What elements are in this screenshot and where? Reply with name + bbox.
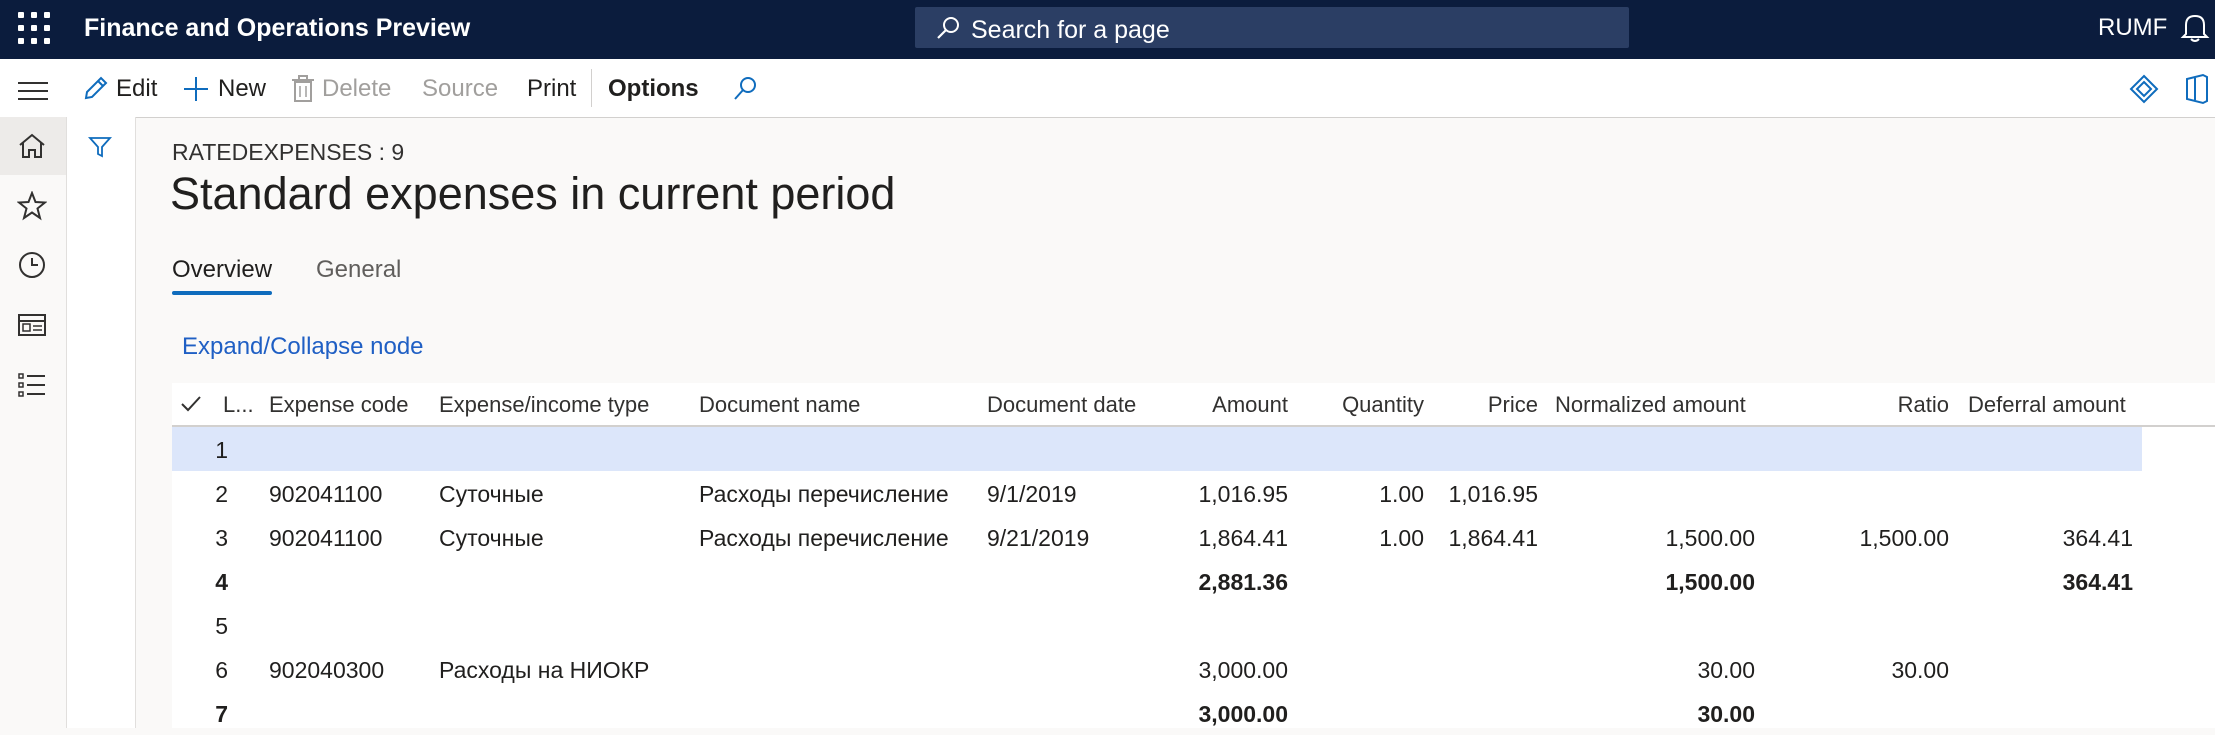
options-tab[interactable]: Options bbox=[608, 75, 699, 103]
cell-line: 7 bbox=[215, 701, 228, 727]
trash-icon bbox=[292, 75, 314, 102]
action-pane: Edit New Delete Source Print Options bbox=[0, 59, 2215, 118]
search-actions-icon[interactable] bbox=[731, 75, 759, 103]
col-header-amount[interactable]: Amount bbox=[1172, 392, 1288, 418]
search-placeholder: Search for a page bbox=[971, 16, 1170, 44]
new-label: New bbox=[218, 75, 267, 102]
cell-ratio: 1,500.00 bbox=[1859, 525, 1949, 551]
cell-ratio: 30.00 bbox=[1891, 657, 1949, 683]
cell-amount: 1,864.41 bbox=[1198, 525, 1288, 551]
cell-expense-code: 902040300 bbox=[269, 657, 385, 683]
cell-document-date: 9/1/2019 bbox=[987, 481, 1077, 507]
cell-line: 4 bbox=[215, 569, 228, 595]
col-header-quantity[interactable]: Quantity bbox=[1312, 392, 1424, 418]
left-navigation bbox=[0, 117, 67, 728]
pencil-icon bbox=[84, 76, 108, 100]
search-icon bbox=[937, 17, 959, 39]
col-header-price[interactable]: Price bbox=[1442, 392, 1538, 418]
cell-document-name: Расходы перечисление bbox=[699, 525, 949, 551]
table-row[interactable]: 4 2,881.36 1,500.00 364.41 bbox=[172, 559, 2215, 603]
col-header-document-name[interactable]: Document name bbox=[699, 392, 860, 418]
cell-amount: 3,000.00 bbox=[1198, 701, 1288, 727]
workspaces-icon[interactable] bbox=[17, 312, 47, 338]
plus-icon bbox=[184, 77, 208, 101]
cell-normalized-amount: 30.00 bbox=[1697, 701, 1755, 727]
app-title: Finance and Operations Preview bbox=[84, 14, 471, 42]
cell-normalized-amount: 1,500.00 bbox=[1665, 569, 1755, 595]
page-title: Standard expenses in current period bbox=[170, 168, 896, 219]
modules-list-icon[interactable] bbox=[17, 371, 47, 399]
col-header-line[interactable]: L... bbox=[223, 392, 254, 418]
action-separator bbox=[591, 69, 592, 107]
record-caption: RATEDEXPENSES : 9 bbox=[172, 139, 405, 165]
tab-general[interactable]: General bbox=[316, 256, 401, 284]
cell-quantity: 1.00 bbox=[1379, 481, 1424, 507]
print-label: Print bbox=[527, 75, 577, 102]
cell-amount: 3,000.00 bbox=[1198, 657, 1288, 683]
col-header-document-date[interactable]: Document date bbox=[987, 392, 1136, 418]
cell-line: 2 bbox=[215, 481, 228, 507]
cell-normalized-amount: 1,500.00 bbox=[1665, 525, 1755, 551]
table-row[interactable]: 5 bbox=[172, 603, 2215, 647]
select-all-check-icon[interactable] bbox=[180, 395, 202, 413]
col-header-deferral-amount[interactable]: Deferral amount bbox=[1968, 392, 2126, 418]
options-label: Options bbox=[608, 75, 699, 102]
cell-price: 1,016.95 bbox=[1448, 481, 1538, 507]
tab-overview[interactable]: Overview bbox=[172, 256, 272, 284]
power-apps-icon[interactable] bbox=[2129, 74, 2159, 104]
notification-bell-icon[interactable] bbox=[2180, 12, 2210, 44]
cell-line: 1 bbox=[215, 437, 228, 463]
active-tab-indicator bbox=[172, 291, 272, 295]
cell-deferral-amount: 364.41 bbox=[2062, 569, 2133, 595]
table-row[interactable]: 6 902040300 Расходы на НИОКР 3,000.00 30.00 3… bbox=[172, 647, 2215, 691]
top-bar: Finance and Operations Preview Search fo… bbox=[0, 0, 2215, 59]
cell-quantity: 1.00 bbox=[1379, 525, 1424, 551]
search-box[interactable]: Search for a page bbox=[915, 7, 1629, 48]
grid-header: L... Expense code Expense/income type Do… bbox=[172, 383, 2215, 427]
edit-label: Edit bbox=[116, 75, 158, 102]
cell-amount: 1,016.95 bbox=[1198, 481, 1288, 507]
hamburger-menu-icon[interactable] bbox=[18, 81, 48, 101]
company-picker[interactable]: RUMF bbox=[2098, 14, 2167, 42]
cell-deferral-amount: 364.41 bbox=[2062, 525, 2133, 551]
cell-line: 3 bbox=[215, 525, 228, 551]
delete-label: Delete bbox=[322, 75, 392, 102]
cell-price: 1,864.41 bbox=[1448, 525, 1538, 551]
table-row[interactable]: 7 3,000.00 30.00 bbox=[172, 691, 2215, 735]
app-launcher-icon[interactable] bbox=[18, 12, 50, 44]
star-icon[interactable] bbox=[17, 191, 47, 221]
col-header-expense-income-type[interactable]: Expense/income type bbox=[439, 392, 649, 418]
cell-line: 6 bbox=[215, 657, 228, 683]
cell-expense-code: 902041100 bbox=[269, 481, 383, 507]
cell-document-date: 9/21/2019 bbox=[987, 525, 1090, 551]
col-header-ratio[interactable]: Ratio bbox=[1872, 392, 1949, 418]
office-icon[interactable] bbox=[2183, 73, 2209, 105]
filter-pane bbox=[67, 117, 136, 728]
table-row[interactable]: 2 902041100 Суточные Расходы перечисление 9/… bbox=[172, 471, 2215, 515]
cell-expense-income-type: Суточные bbox=[439, 481, 544, 507]
cell-expense-code: 902041100 bbox=[269, 525, 383, 551]
clock-icon[interactable] bbox=[17, 250, 47, 280]
cell-expense-income-type: Суточные bbox=[439, 525, 544, 551]
source-button[interactable]: Source bbox=[422, 75, 498, 103]
filter-icon[interactable] bbox=[88, 135, 112, 159]
edit-button[interactable]: Edit bbox=[82, 75, 157, 103]
col-header-expense-code[interactable]: Expense code bbox=[269, 392, 408, 418]
cell-expense-income-type: Расходы на НИОКР bbox=[439, 657, 650, 683]
table-row[interactable]: 3 902041100 Суточные Расходы перечисление 9/… bbox=[172, 515, 2215, 559]
expenses-grid: L... Expense code Expense/income type Do… bbox=[172, 383, 2215, 728]
cell-normalized-amount: 30.00 bbox=[1697, 657, 1755, 683]
print-button[interactable]: Print bbox=[527, 75, 576, 103]
new-button[interactable]: New bbox=[182, 75, 266, 103]
table-row[interactable]: 1 bbox=[172, 427, 2142, 471]
col-header-normalized-amount[interactable]: Normalized amount bbox=[1555, 392, 1746, 418]
cell-line: 5 bbox=[215, 613, 228, 639]
expand-collapse-node-button[interactable]: Expand/Collapse node bbox=[182, 333, 424, 361]
home-icon[interactable] bbox=[17, 132, 47, 160]
cell-amount: 2,881.36 bbox=[1198, 569, 1288, 595]
cell-document-name: Расходы перечисление bbox=[699, 481, 949, 507]
source-label: Source bbox=[422, 75, 499, 102]
delete-button[interactable]: Delete bbox=[292, 75, 391, 103]
